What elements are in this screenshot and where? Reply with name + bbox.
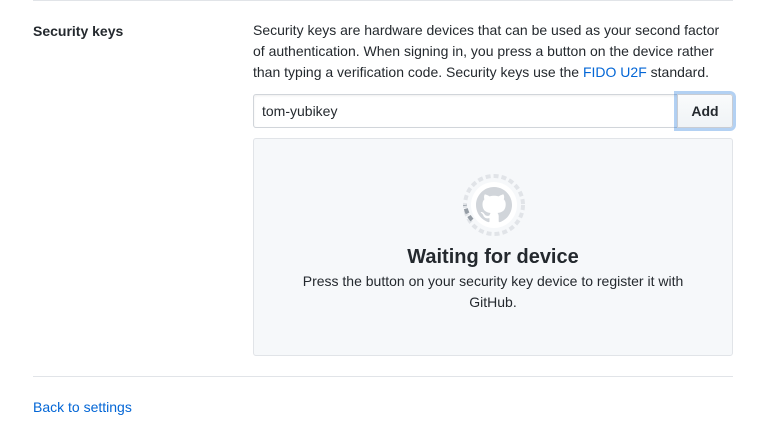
add-button[interactable]: Add (677, 94, 733, 128)
fido-u2f-link[interactable]: FIDO U2F (583, 64, 647, 80)
back-to-settings-link[interactable]: Back to settings (33, 398, 132, 416)
waiting-title: Waiting for device (407, 246, 579, 268)
description-text-end: standard. (646, 64, 710, 80)
section-label: Security keys (33, 23, 124, 39)
security-keys-description: Security keys are hardware devices that … (253, 20, 733, 83)
bottom-divider (33, 376, 733, 377)
github-octocat-spinner-icon (461, 172, 527, 238)
waiting-for-device-panel: Waiting for device Press the button on y… (253, 138, 733, 356)
key-nickname-input[interactable] (253, 94, 678, 128)
register-key-form: Add (253, 94, 733, 128)
waiting-instructions: Press the button on your security key de… (302, 273, 684, 310)
top-divider (33, 0, 733, 1)
